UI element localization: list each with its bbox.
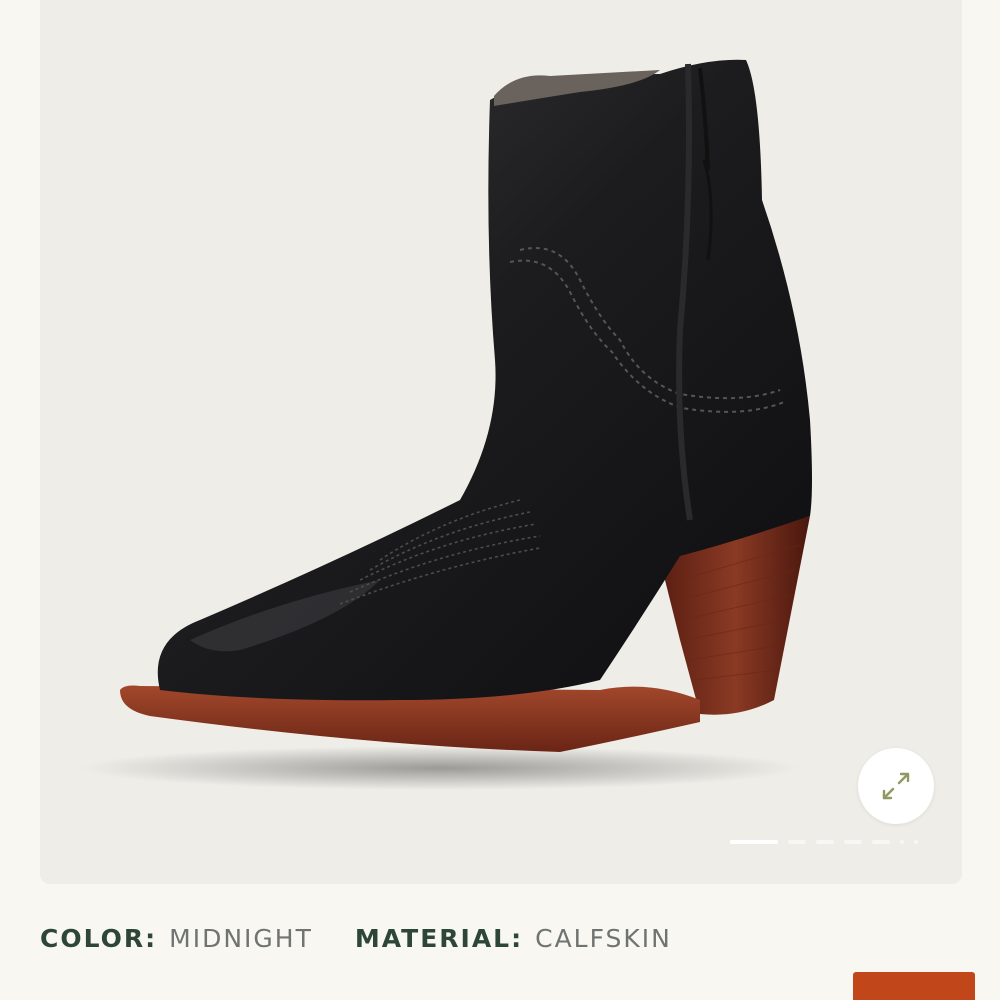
product-image	[80, 59, 812, 790]
expand-arrows-icon	[882, 772, 910, 800]
material-spec: MATERIAL: CALFSKIN	[355, 924, 672, 953]
material-label: MATERIAL:	[354, 924, 524, 953]
color-value: MIDNIGHT	[169, 924, 313, 953]
slide-dot[interactable]	[816, 840, 834, 844]
product-specs: COLOR: MIDNIGHT MATERIAL: CALFSKIN	[40, 924, 714, 953]
material-value: CALFSKIN	[535, 924, 672, 953]
slide-indicator	[730, 840, 918, 844]
color-spec: COLOR: MIDNIGHT	[40, 924, 313, 953]
add-to-cart-button[interactable]	[853, 972, 975, 1000]
product-gallery[interactable]	[40, 0, 962, 884]
product-page: COLOR: MIDNIGHT MATERIAL: CALFSKIN	[0, 0, 1000, 1000]
slide-dot-active[interactable]	[730, 840, 778, 844]
slide-dot[interactable]	[914, 840, 918, 844]
slide-dot[interactable]	[844, 840, 862, 844]
expand-image-button[interactable]	[858, 748, 934, 824]
slide-dot[interactable]	[788, 840, 806, 844]
slide-dot[interactable]	[900, 840, 904, 844]
slide-dot[interactable]	[872, 840, 890, 844]
color-label: COLOR:	[40, 924, 158, 953]
